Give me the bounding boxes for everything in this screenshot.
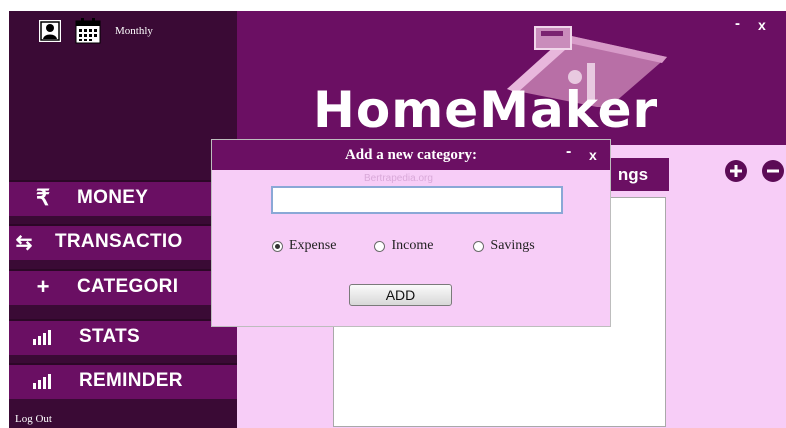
radio-indicator[interactable] xyxy=(374,240,386,252)
category-name-input[interactable] xyxy=(271,186,563,214)
dialog-title-bar: Add a new category: - x xyxy=(212,140,610,170)
sidebar-item-label: CATEGORI xyxy=(77,276,179,297)
sidebar-item-stats[interactable]: STATS xyxy=(9,319,237,355)
dialog-title: Add a new category: xyxy=(344,147,478,163)
sidebar-item-transactions[interactable]: ⇆ TRANSACTIO xyxy=(9,224,237,260)
sidebar-item-categories[interactable]: + CATEGORI xyxy=(9,269,237,305)
radio-expense[interactable]: Expense xyxy=(272,238,336,254)
category-type-radio-group: Expense Income Savings xyxy=(272,238,535,254)
sidebar-item-label: TRANSACTIO xyxy=(55,231,183,252)
app-logo-text: HomeMaker xyxy=(313,81,659,139)
transfer-arrows-icon: ⇆ xyxy=(15,231,33,254)
window-close-button[interactable]: x xyxy=(758,17,766,33)
sidebar-item-label: MONEY xyxy=(77,187,149,208)
sidebar: Monthly ₹ MONEY ⇆ TRANSACTIO + CATEGORI … xyxy=(9,11,237,428)
dialog-close-button[interactable]: x xyxy=(589,147,597,163)
logout-link[interactable]: Log Out xyxy=(15,413,52,425)
bar-chart-icon xyxy=(23,373,63,389)
sidebar-item-money[interactable]: ₹ MONEY xyxy=(9,180,237,216)
sidebar-item-label: REMINDER xyxy=(79,370,183,391)
radio-label: Income xyxy=(391,238,434,253)
add-button[interactable]: ADD xyxy=(349,284,452,306)
user-icon[interactable] xyxy=(37,18,63,44)
radio-savings[interactable]: Savings xyxy=(473,238,535,254)
radio-indicator[interactable] xyxy=(473,240,485,252)
add-category-dialog: Add a new category: - x Bertrapedia.org … xyxy=(211,139,611,327)
bar-chart-icon xyxy=(23,329,63,345)
radio-income[interactable]: Income xyxy=(374,238,433,254)
add-circle-icon[interactable] xyxy=(725,160,747,182)
watermark-text: Bertrapedia.org xyxy=(364,173,433,184)
app-window: Monthly ₹ MONEY ⇆ TRANSACTIO + CATEGORI … xyxy=(9,11,786,428)
header: HomeMaker - x xyxy=(237,11,786,145)
radio-indicator[interactable] xyxy=(272,240,283,252)
monthly-label[interactable]: Monthly xyxy=(115,25,153,37)
rupee-icon: ₹ xyxy=(36,185,50,210)
window-minimize-button[interactable]: - xyxy=(735,15,740,32)
top-icon-bar: Monthly xyxy=(37,18,153,44)
sidebar-item-label: STATS xyxy=(79,326,140,347)
radio-label: Expense xyxy=(289,238,337,253)
dialog-minimize-button[interactable]: - xyxy=(566,143,571,161)
plus-icon: + xyxy=(36,274,50,299)
radio-label: Savings xyxy=(490,238,535,253)
remove-circle-icon[interactable] xyxy=(762,160,784,182)
calendar-icon[interactable] xyxy=(75,18,101,44)
sidebar-item-reminder[interactable]: REMINDER xyxy=(9,363,237,399)
